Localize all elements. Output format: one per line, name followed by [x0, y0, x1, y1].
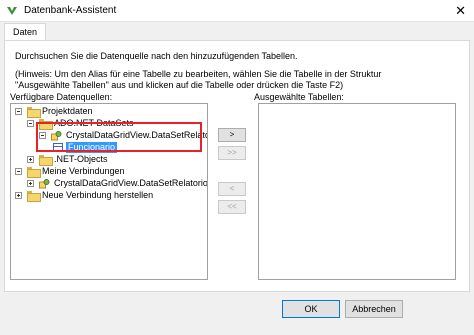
available-sources-label: Verfügbare Datenquellen:	[10, 92, 113, 102]
tree-label-projektdaten: Projektdaten	[42, 106, 93, 116]
remove-table-button[interactable]: <	[218, 182, 246, 196]
tree-label-net-objects: .NET-Objects	[54, 154, 108, 164]
highlight-box	[36, 122, 202, 152]
expand-icon[interactable]	[27, 180, 34, 187]
intro-text: Durchsuchen Sie die Datenquelle nach den…	[15, 51, 298, 61]
selected-tables-list[interactable]	[258, 103, 456, 280]
hint-line-2: "Ausgewählte Tabellen" aus und klicken a…	[15, 80, 344, 90]
expand-icon[interactable]	[27, 156, 34, 163]
folder-icon	[27, 167, 41, 178]
cancel-button[interactable]: Abbrechen	[345, 300, 403, 318]
remove-all-button[interactable]: <<	[218, 200, 246, 214]
add-all-button[interactable]: >>	[218, 146, 246, 160]
expand-icon[interactable]	[15, 192, 22, 199]
collapse-icon[interactable]	[15, 168, 22, 175]
selected-tables-label: Ausgewählte Tabellen:	[254, 92, 344, 102]
title-bar: Datenbank-Assistent ✕	[0, 0, 474, 22]
collapse-icon[interactable]	[15, 108, 22, 115]
hint-text: (Hinweis: Um den Alias für eine Tabelle …	[15, 69, 465, 91]
crystal-reports-icon	[7, 7, 17, 15]
collapse-icon[interactable]	[27, 120, 34, 127]
folder-icon	[39, 155, 53, 166]
tree-label-meine-verbindungen: Meine Verbindungen	[42, 166, 125, 176]
dataset-icon	[39, 179, 50, 189]
tree-label-verbindung-dataset: CrystalDataGridView.DataSetRelatorio	[54, 178, 208, 188]
hint-line-1: (Hinweis: Um den Alias für eine Tabelle …	[15, 69, 382, 79]
tree-label-neue-verbindung: Neue Verbindung herstellen	[42, 190, 154, 200]
close-icon[interactable]: ✕	[455, 3, 466, 19]
tab-daten[interactable]: Daten	[4, 23, 47, 41]
folder-icon	[27, 107, 41, 118]
window-title: Datenbank-Assistent	[24, 5, 117, 16]
add-table-button[interactable]: >	[218, 128, 246, 142]
ok-button[interactable]: OK	[282, 300, 340, 318]
folder-icon	[27, 191, 41, 202]
tab-strip: Daten	[0, 23, 474, 41]
